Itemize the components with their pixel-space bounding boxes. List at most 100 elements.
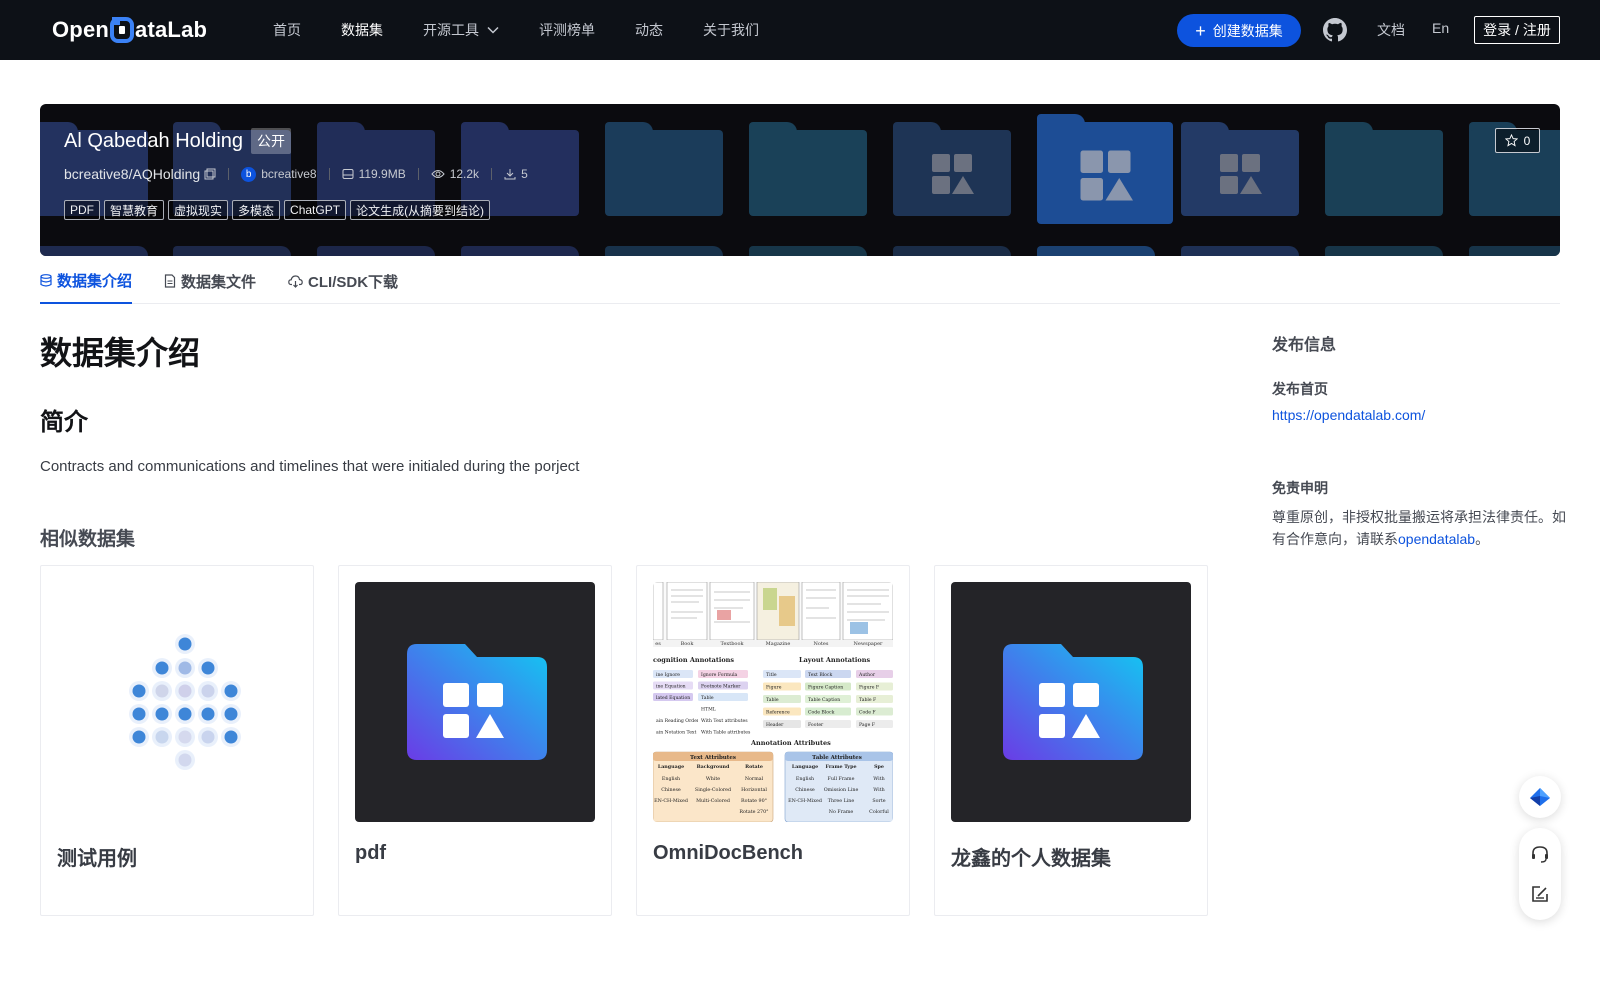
omni-table-cell: Single-Colored	[695, 787, 731, 793]
dataset-thumbnail-document-collage: es Book Textbook Magazine Notes Newspape…	[653, 582, 893, 822]
author[interactable]: b bcreative8	[241, 166, 317, 182]
omni-table-cell: Background	[697, 764, 730, 770]
contact-link[interactable]: opendatalab	[1398, 531, 1475, 547]
tag[interactable]: 多模态	[232, 200, 281, 220]
similar-dataset-card[interactable]: pdf	[338, 565, 612, 916]
omni-table-cell: No Frame	[829, 809, 854, 815]
tab-dataset-intro[interactable]: 数据集介绍	[40, 258, 133, 304]
omni-table-cell: With	[873, 776, 884, 782]
omni-chip-label: Figure Caption	[808, 685, 843, 691]
omni-heading: Layout Annotations	[799, 656, 870, 664]
dataset-description: Contracts and communications and timelin…	[40, 458, 580, 475]
nav-item-open-source-tools[interactable]: 开源工具	[423, 20, 499, 40]
tag[interactable]: 智慧教育	[104, 200, 165, 220]
network-dot	[201, 730, 215, 744]
banner-folder-shape	[1181, 122, 1299, 216]
nav-item-datasets[interactable]: 数据集	[341, 20, 383, 40]
floating-actions	[1519, 828, 1561, 920]
nav-item-label: 动态	[635, 22, 663, 38]
network-dot	[178, 637, 192, 651]
omni-chip-label: With Text attributes	[701, 718, 748, 724]
tag[interactable]: PDF	[64, 200, 100, 220]
network-dot	[224, 684, 238, 698]
omni-heading: Annotation Attributes	[750, 739, 831, 747]
similar-dataset-card[interactable]: 龙鑫的个人数据集	[934, 565, 1208, 916]
similar-dataset-card[interactable]: 测试用例	[40, 565, 314, 916]
omni-table-cell: English	[796, 776, 814, 782]
omni-table-cell: Rotate	[745, 764, 763, 770]
login-register-button[interactable]: 登录 / 注册	[1474, 16, 1560, 44]
dataset-name: OmniDocBench	[653, 842, 804, 864]
nav-item-leaderboard[interactable]: 评测榜单	[539, 20, 595, 40]
similar-dataset-card[interactable]: es Book Textbook Magazine Notes Newspape…	[636, 565, 910, 916]
dataset-tabs: 数据集介绍 数据集文件 CLI/SDK下载	[40, 258, 1560, 304]
omni-top-label: Book	[681, 641, 695, 647]
omni-chip-label: lated Equation	[656, 695, 690, 701]
omni-top-label: es	[655, 641, 661, 647]
feedback-button[interactable]	[1519, 874, 1561, 914]
tag[interactable]: 论文生成(从摘要到结论)	[350, 200, 491, 220]
banner-folder-shape	[749, 122, 867, 216]
omni-chip-label: Footnote Marker	[701, 684, 741, 690]
opendatalab-logo[interactable]: Open ataLab	[52, 15, 207, 45]
nav-item-label: 关于我们	[703, 22, 759, 38]
lark-button[interactable]	[1519, 776, 1561, 818]
network-dot	[201, 707, 215, 721]
github-icon[interactable]	[1323, 18, 1347, 42]
plus-icon: +	[1195, 20, 1206, 41]
database-icon	[40, 273, 52, 287]
dataset-name: 龙鑫的个人数据集	[951, 848, 1111, 870]
tag[interactable]: ChatGPT	[284, 200, 347, 220]
nav-item-label: 数据集	[341, 22, 383, 38]
omni-table-cell: Rotate 90°	[741, 798, 767, 804]
omni-table-cell: Normal	[745, 776, 764, 782]
dataset-name: pdf	[355, 842, 387, 864]
omni-chip-label: Footer	[808, 722, 824, 728]
feedback-icon	[1532, 886, 1548, 902]
download-icon	[504, 169, 516, 180]
tab-dataset-files[interactable]: 数据集文件	[164, 258, 256, 304]
tab-label: 数据集介绍	[57, 272, 133, 290]
docs-link[interactable]: 文档	[1377, 20, 1405, 40]
copy-icon[interactable]	[204, 168, 216, 180]
omni-table-cell: Omission Line	[824, 787, 859, 793]
omni-chip-label: HTML	[701, 707, 716, 713]
omni-table-cell: With	[873, 787, 884, 793]
network-dot	[178, 661, 192, 675]
omni-chip-label: ain Reading Order	[656, 718, 700, 724]
tag[interactable]: 虚拟现实	[168, 200, 229, 220]
language-switch[interactable]: En	[1432, 20, 1449, 36]
headset-icon	[1532, 846, 1548, 863]
create-dataset-button[interactable]: + 创建数据集	[1177, 14, 1301, 47]
omni-heading: Table Attributes	[812, 755, 862, 761]
nav-item-home[interactable]: 首页	[273, 20, 301, 40]
publish-homepage-link[interactable]: https://opendatalab.com/	[1272, 407, 1425, 423]
banner-folder-shape	[1325, 246, 1443, 256]
omni-top-label: Notes	[814, 641, 829, 647]
disclaimer-text: 尊重原创，非授权批量搬运将承担法律责任。如有合作意向，请联系opendatala…	[1272, 506, 1572, 550]
star-button[interactable]: 0	[1495, 128, 1540, 153]
network-dot	[155, 730, 169, 744]
omni-chip-label: Code Block	[808, 710, 835, 716]
banner-folder-shape	[1325, 122, 1443, 216]
omni-table-cell: Chinese	[795, 787, 815, 793]
divider	[417, 168, 419, 180]
omni-table-cell: Chinese	[661, 787, 681, 793]
customer-service-button[interactable]	[1519, 834, 1561, 874]
star-icon	[1504, 134, 1518, 147]
omni-chip-label: Title	[766, 672, 777, 678]
download-count: 5	[504, 167, 528, 181]
page-title: 数据集介绍	[40, 335, 201, 371]
size-value: 119.9MB	[358, 167, 406, 181]
nav-item-news[interactable]: 动态	[635, 20, 663, 40]
top-navbar: Open ataLab 首页 数据集 开源工具 评测榜单 动态 关于我们 + 创…	[0, 0, 1600, 60]
nav-item-about[interactable]: 关于我们	[703, 20, 759, 40]
similar-datasets-heading: 相似数据集	[40, 529, 136, 550]
omni-table-cell: Frame Type	[826, 764, 857, 770]
publish-info-title: 发布信息	[1272, 337, 1337, 354]
tab-cli-sdk-download[interactable]: CLI/SDK下载	[288, 258, 398, 304]
omni-chip-label: Table	[701, 695, 714, 701]
network-dot	[178, 707, 192, 721]
banner-folder-shape	[1469, 246, 1560, 256]
tag-list: PDF 智慧教育 虚拟现实 多模态 ChatGPT 论文生成(从摘要到结论)	[64, 200, 494, 220]
